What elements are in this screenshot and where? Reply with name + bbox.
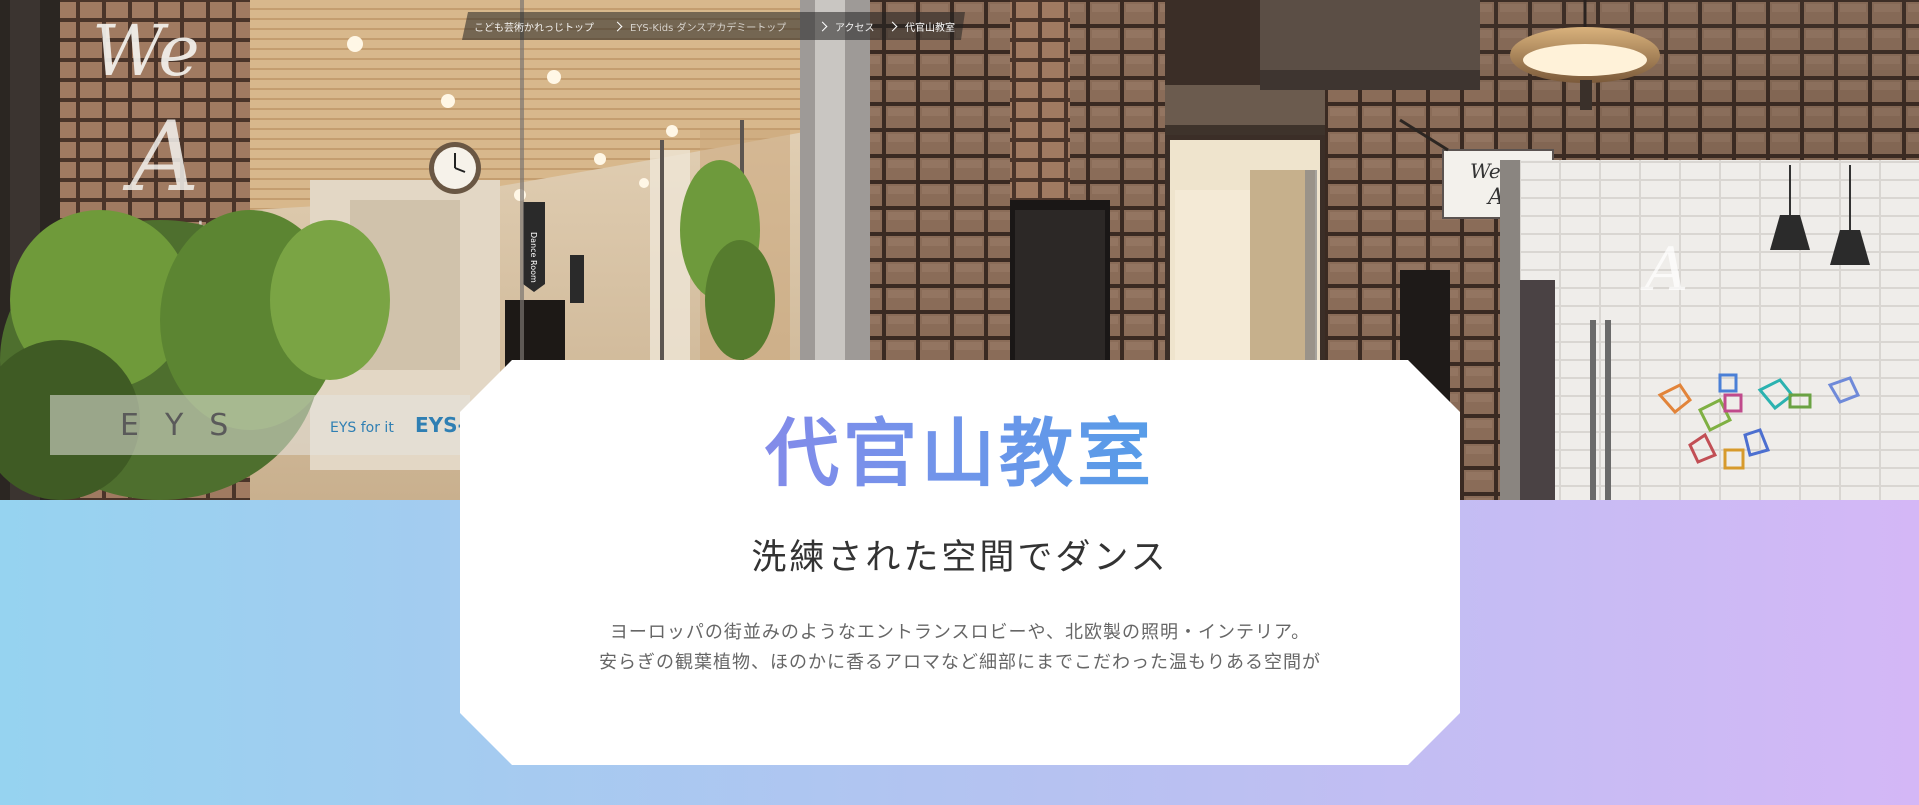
page-title: 代官山教室 bbox=[460, 414, 1460, 495]
intro-text-line-1: ヨーロッパの街並みのようなエントランスロビーや、北欧製の照明・インテリア。 bbox=[609, 622, 1311, 644]
chevron-right-icon bbox=[613, 21, 623, 31]
breadcrumb-item-access[interactable]: アクセス bbox=[819, 19, 889, 34]
intro-card: 代官山教室 洗練された空間でダンス ヨーロッパの街並みのようなエントランスロビー… bbox=[460, 360, 1460, 765]
breadcrumb-item-eys-kids-top[interactable]: EYS-Kids ダンスアカデミートップ bbox=[614, 19, 819, 34]
dance-room-sign-text: Dance Room bbox=[529, 232, 538, 283]
chevron-right-icon bbox=[818, 21, 828, 31]
intro-text: ヨーロッパの街並みのようなエントランスロビーや、北欧製の照明・インテリア。 安ら… bbox=[460, 618, 1460, 678]
eys-for-it-text: EYS for it bbox=[330, 420, 394, 436]
intro-text-line-2: 安らぎの観葉植物、ほのかに香るアロマなど細部にまでこだわった温もりある空間が bbox=[599, 652, 1321, 674]
breadcrumb-item-daikanyama-current: 代官山教室 bbox=[889, 19, 955, 34]
breadcrumb-item-kodomo-geijutsu-top[interactable]: こども芸術かれっじトップ bbox=[474, 19, 614, 34]
page: We A rt bbox=[0, 0, 1919, 805]
page-subtitle: 洗練された空間でダンス bbox=[751, 538, 1169, 579]
we-art-logo-text: We bbox=[92, 10, 200, 92]
breadcrumb: こども芸術かれっじトップ EYS-Kids ダンスアカデミートップ アクセス 代… bbox=[462, 12, 965, 40]
eys-sign-text: EYS bbox=[120, 408, 254, 443]
chevron-right-icon bbox=[888, 21, 898, 31]
svg-text:A: A bbox=[122, 101, 199, 213]
svg-text:We: We bbox=[1470, 159, 1501, 183]
svg-text:EYS-: EYS- bbox=[415, 413, 466, 437]
svg-text:A: A bbox=[1640, 235, 1688, 305]
